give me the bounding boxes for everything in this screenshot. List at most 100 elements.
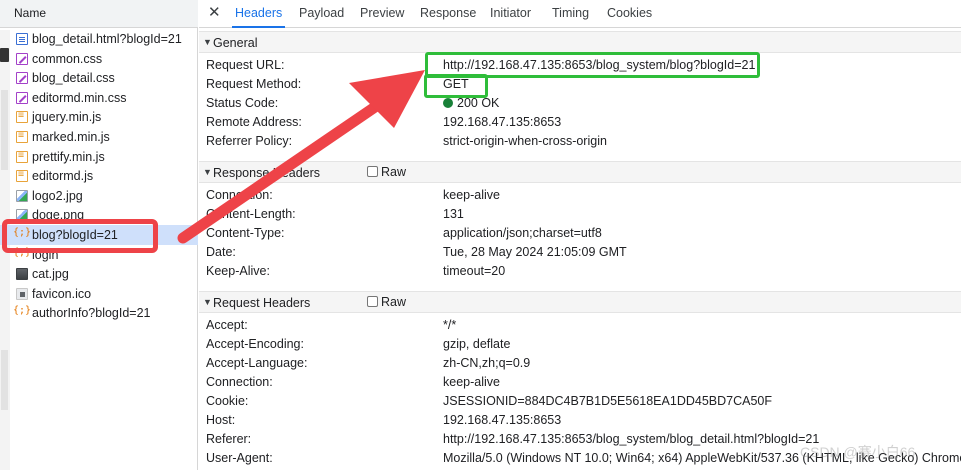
header-key: Cookie: <box>206 394 249 408</box>
request-row[interactable]: blog_detail.html?blogId=21 <box>0 29 198 49</box>
general-section-title: General <box>213 36 258 50</box>
raw-checkbox[interactable] <box>367 166 378 177</box>
request-name: prettify.min.js <box>32 149 105 164</box>
general-section-header[interactable]: ▼ General <box>199 31 961 53</box>
request-name: marked.min.js <box>32 130 110 144</box>
general-row-status-code: Status Code: 200 OK <box>199 94 961 113</box>
request-row[interactable]: marked.min.js <box>0 127 198 147</box>
header-key: Content-Length: <box>206 207 296 221</box>
header-value[interactable]: 192.168.47.135:8653 <box>443 413 561 427</box>
request-headers-title: Request Headers <box>213 296 311 310</box>
header-row: Content-Type: application/json;charset=ut… <box>199 224 961 243</box>
header-key: Remote Address: <box>206 115 302 129</box>
request-row[interactable]: editormd.js <box>0 166 198 186</box>
header-row: Accept-Encoding: gzip, deflate <box>199 335 961 354</box>
collapse-triangle-icon: ▼ <box>203 167 212 177</box>
image-icon <box>16 189 28 202</box>
name-column-header[interactable]: Name <box>0 0 198 28</box>
header-value[interactable]: JSESSIONID=884DC4B7B1D5E5618EA1DD45BD7CA… <box>443 394 772 408</box>
header-key: Referer: <box>206 432 252 446</box>
raw-toggle[interactable]: Raw <box>367 165 406 179</box>
header-key: Accept: <box>206 318 248 332</box>
header-key: Accept-Language: <box>206 356 308 370</box>
header-value[interactable]: timeout=20 <box>443 264 505 278</box>
request-name: favicon.ico <box>32 286 92 301</box>
tab-headers[interactable]: Headers <box>231 6 286 28</box>
script-icon <box>16 150 28 163</box>
header-row: Cookie: JSESSIONID=884DC4B7B1D5E5618EA1DD… <box>199 392 961 411</box>
request-row[interactable]: cat.jpg <box>0 264 198 284</box>
header-value[interactable]: 192.168.47.135:8653 <box>443 115 561 129</box>
header-row: Keep-Alive: timeout=20 <box>199 262 961 281</box>
fetch-xhr-icon: {;} <box>13 305 32 317</box>
collapse-triangle-icon: ▼ <box>203 297 212 307</box>
script-icon <box>16 170 28 183</box>
header-value[interactable]: http://192.168.47.135:8653/blog_system/b… <box>443 432 819 446</box>
name-column-label: Name <box>14 6 47 20</box>
request-headers-section-header[interactable]: ▼ Request Headers Raw <box>199 291 961 313</box>
watermark: CSDN @赛小白66 <box>800 444 916 460</box>
request-details-panel: ✕ Headers Payload Preview Response Initi… <box>199 0 961 470</box>
request-row[interactable]: jquery.min.js <box>0 107 198 127</box>
response-headers-section-header[interactable]: ▼ Response Headers Raw <box>199 161 961 183</box>
script-icon <box>16 111 28 124</box>
header-value[interactable]: */* <box>443 318 456 332</box>
request-row[interactable]: common.css <box>0 49 198 69</box>
general-row-remote-address: Remote Address: 192.168.47.135:8653 <box>199 113 961 132</box>
header-value[interactable]: zh-CN,zh;q=0.9 <box>443 356 530 370</box>
request-list-panel: Name blog_detail.html?blogId=21 common.cs… <box>0 0 198 470</box>
tab-timing[interactable]: Timing <box>552 6 589 20</box>
header-value[interactable]: keep-alive <box>443 188 500 202</box>
request-name: editormd.min.css <box>32 90 127 105</box>
request-name: blog_detail.css <box>32 71 115 86</box>
header-key: Accept-Encoding: <box>206 337 304 351</box>
tab-payload[interactable]: Payload <box>299 6 344 20</box>
tab-initiator[interactable]: Initiator <box>490 6 531 20</box>
header-value[interactable]: Tue, 28 May 2024 21:05:09 GMT <box>443 245 627 259</box>
header-key: Request URL: <box>206 58 285 72</box>
raw-toggle[interactable]: Raw <box>367 295 406 309</box>
header-value[interactable]: 131 <box>443 207 464 221</box>
header-value[interactable]: application/json;charset=utf8 <box>443 226 602 240</box>
header-row: Date: Tue, 28 May 2024 21:05:09 GMT <box>199 243 961 262</box>
header-row: Connection: keep-alive <box>199 186 961 205</box>
request-row[interactable]: blog_detail.css <box>0 68 198 88</box>
tab-response[interactable]: Response <box>420 6 476 20</box>
general-row-referrer-policy: Referrer Policy: strict-origin-when-cros… <box>199 132 961 151</box>
raw-label: Raw <box>381 165 407 179</box>
request-row[interactable]: {;} authorInfo?blogId=21 <box>0 303 198 323</box>
header-key: Referrer Policy: <box>206 134 293 148</box>
header-key: Date: <box>206 245 236 259</box>
header-key: Content-Type: <box>206 226 285 240</box>
script-icon <box>16 131 28 143</box>
header-value[interactable]: 200 OK <box>443 96 499 110</box>
request-row[interactable]: editormd.min.css <box>0 88 198 108</box>
header-key: User-Agent: <box>206 451 273 465</box>
request-name: blog_detail.html?blogId=21 <box>32 32 182 46</box>
collapse-triangle-icon: ▼ <box>203 37 212 47</box>
page-edge-shade <box>1 350 8 410</box>
header-value[interactable]: keep-alive <box>443 375 500 389</box>
request-row[interactable]: favicon.ico <box>0 284 198 304</box>
request-row[interactable]: prettify.min.js <box>0 147 198 167</box>
selected-request-annotation <box>2 219 158 253</box>
status-ok-icon <box>443 98 453 108</box>
raw-checkbox[interactable] <box>367 296 378 307</box>
header-row: Accept-Language: zh-CN,zh;q=0.9 <box>199 354 961 373</box>
stylesheet-icon <box>16 72 28 85</box>
header-value[interactable]: gzip, deflate <box>443 337 510 351</box>
request-name: logo2.jpg <box>32 188 83 203</box>
request-name: jquery.min.js <box>32 110 102 125</box>
request-name: authorInfo?blogId=21 <box>32 306 151 321</box>
header-key: Keep-Alive: <box>206 264 270 278</box>
tab-cookies[interactable]: Cookies <box>607 6 652 20</box>
request-row[interactable]: logo2.jpg <box>0 186 198 206</box>
stylesheet-icon <box>16 52 28 65</box>
favicon-icon <box>16 287 28 300</box>
details-tabbar: ✕ Headers Payload Preview Response Initi… <box>199 0 961 28</box>
close-icon[interactable]: ✕ <box>208 3 221 21</box>
header-value[interactable]: strict-origin-when-cross-origin <box>443 134 607 148</box>
raw-label: Raw <box>381 295 407 309</box>
document-icon <box>16 33 28 45</box>
tab-preview[interactable]: Preview <box>360 6 404 20</box>
